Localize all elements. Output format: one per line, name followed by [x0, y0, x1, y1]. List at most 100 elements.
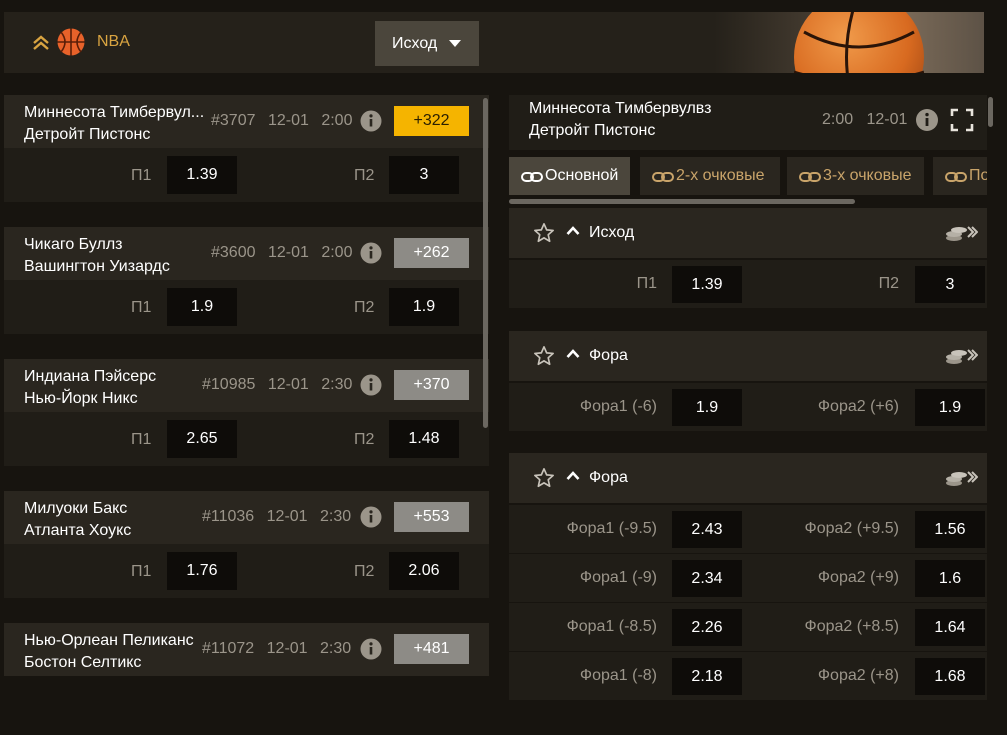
- market-group-title: Фора: [589, 347, 628, 364]
- event-time: 2:00: [822, 111, 854, 128]
- odd-button-left[interactable]: 1.9: [672, 389, 742, 426]
- event-header: Миннесота Тимбервулвз Детройт Пистонс 2:…: [509, 95, 987, 150]
- coins-icon[interactable]: [944, 345, 979, 367]
- odd-button-p1[interactable]: 1.9: [167, 288, 237, 326]
- match-date: 12-01: [267, 112, 309, 129]
- info-icon[interactable]: [360, 506, 382, 528]
- odd-label-right: Фора2 (+9.5): [804, 520, 899, 537]
- more-markets-button[interactable]: +481: [394, 634, 469, 664]
- odds-row: П1 1.39 П2 3: [509, 260, 987, 308]
- tabs-scrollbar[interactable]: [509, 199, 855, 204]
- odd-label-p1: П1: [131, 167, 152, 184]
- team1-name: Милуоки Бакс: [24, 500, 128, 517]
- team2-name: Бостон Селтикс: [24, 654, 142, 671]
- match-card[interactable]: Нью-Орлеан Пеликанс Бостон Селтикс #11072 …: [4, 623, 489, 735]
- match-card[interactable]: Миннесота Тимбервул... Детройт Пистонс #37…: [4, 95, 489, 207]
- market-select[interactable]: Исход: [375, 21, 479, 66]
- info-icon[interactable]: [360, 242, 382, 264]
- match-time: 2:30: [320, 508, 352, 525]
- market-group-header[interactable]: Исход: [509, 208, 987, 258]
- odd-label-left: Фора1 (-9): [579, 569, 657, 586]
- odd-label-left: Фора1 (-8): [579, 667, 657, 684]
- match-id: #10985: [202, 376, 256, 393]
- event-team2: Детройт Пистонс: [529, 122, 656, 139]
- match-odds-row: П1 1.39 П2 3: [4, 148, 489, 202]
- chevron-up-icon[interactable]: [566, 224, 580, 238]
- match-time: 2:30: [320, 640, 352, 657]
- team1-name: Чикаго Буллз: [24, 236, 123, 253]
- odd-label-p1: П1: [131, 431, 152, 448]
- odd-button-p1[interactable]: 2.65: [167, 420, 237, 458]
- league-header: NBA Исход: [4, 12, 984, 73]
- more-markets-button[interactable]: +370: [394, 370, 469, 400]
- chevron-up-icon[interactable]: [566, 347, 580, 361]
- odd-label-p2: П2: [354, 167, 375, 184]
- tab-label: 3-х очковые: [823, 167, 912, 184]
- odd-button-p2[interactable]: 2.06: [389, 552, 459, 590]
- match-date: 12-01: [266, 640, 308, 657]
- coins-icon[interactable]: [944, 222, 979, 244]
- market-group-header[interactable]: Фора: [509, 453, 987, 503]
- odd-button-p1[interactable]: 1.76: [167, 552, 237, 590]
- odd-button-left[interactable]: 2.18: [672, 658, 742, 695]
- odd-label-left: Фора1 (-6): [579, 398, 657, 415]
- info-icon[interactable]: [915, 108, 939, 132]
- odd-button-p2[interactable]: 1.9: [389, 288, 459, 326]
- market-group-header[interactable]: Фора: [509, 331, 987, 381]
- market-group-title: Фора: [589, 469, 628, 486]
- match-header: Чикаго Буллз Вашингтон Уизардс #3600 12-01…: [4, 227, 489, 280]
- team2-name: Вашингтон Уизардс: [24, 258, 170, 275]
- odd-label-left: Фора1 (-8.5): [566, 618, 657, 635]
- odd-button-left[interactable]: 2.43: [672, 511, 742, 548]
- coins-icon[interactable]: [944, 467, 979, 489]
- tab-1[interactable]: 2-х очковые: [640, 157, 780, 195]
- match-odds-row: П1 1.9 П2 1.9: [4, 280, 489, 334]
- right-scrollbar[interactable]: [988, 97, 993, 127]
- match-meta: #11036 12-01 2:30: [202, 508, 351, 526]
- match-card[interactable]: Чикаго Буллз Вашингтон Уизардс #3600 12-01…: [4, 227, 489, 339]
- odd-button-left[interactable]: 1.39: [672, 266, 742, 303]
- star-icon[interactable]: [533, 467, 555, 489]
- info-icon[interactable]: [360, 638, 382, 660]
- odd-button-right[interactable]: 1.6: [915, 560, 985, 597]
- more-markets-button[interactable]: +262: [394, 238, 469, 268]
- match-card[interactable]: Индиана Пэйсерс Нью-Йорк Никс #10985 12-01…: [4, 359, 489, 471]
- event-datetime: 2:00 12-01: [822, 111, 907, 129]
- odd-button-left[interactable]: 2.26: [672, 609, 742, 646]
- team1-name: Нью-Орлеан Пеликанс: [24, 632, 194, 649]
- odd-button-left[interactable]: 2.34: [672, 560, 742, 597]
- star-icon[interactable]: [533, 222, 555, 244]
- odd-button-p2[interactable]: 3: [389, 156, 459, 194]
- chevron-up-icon[interactable]: [566, 469, 580, 483]
- league-name[interactable]: NBA: [97, 33, 130, 51]
- odds-row: Фора1 (-8) 2.18 Фора2 (+8) 1.68: [509, 652, 987, 700]
- odd-button-p2[interactable]: 1.48: [389, 420, 459, 458]
- odd-button-right[interactable]: 1.56: [915, 511, 985, 548]
- info-icon[interactable]: [360, 374, 382, 396]
- match-date: 12-01: [266, 508, 308, 525]
- odd-button-right[interactable]: 1.68: [915, 658, 985, 695]
- odd-button-p1[interactable]: 1.39: [167, 156, 237, 194]
- match-header: Милуоки Бакс Атланта Хоукс #11036 12-01 2:…: [4, 491, 489, 544]
- odd-label-p2: П2: [354, 299, 375, 316]
- match-odds-row: П1 2.65 П2 1.48: [4, 412, 489, 466]
- tab-0[interactable]: Основной: [509, 157, 630, 195]
- odd-button-right[interactable]: 1.9: [915, 389, 985, 426]
- tab-label: По: [969, 167, 987, 184]
- more-markets-button[interactable]: +322: [394, 106, 469, 136]
- more-markets-button[interactable]: +553: [394, 502, 469, 532]
- tab-2[interactable]: 3-х очковые: [787, 157, 924, 195]
- info-icon[interactable]: [360, 110, 382, 132]
- odds-row: Фора1 (-9.5) 2.43 Фора2 (+9.5) 1.56: [509, 505, 987, 553]
- left-scrollbar[interactable]: [483, 98, 488, 428]
- odd-button-right[interactable]: 3: [915, 266, 985, 303]
- match-id: #3600: [211, 244, 256, 261]
- tab-label: 2-х очковые: [676, 167, 765, 184]
- collapse-up-icon[interactable]: [32, 34, 50, 52]
- star-icon[interactable]: [533, 345, 555, 367]
- match-card[interactable]: Милуоки Бакс Атланта Хоукс #11036 12-01 2:…: [4, 491, 489, 603]
- match-header: Миннесота Тимбервул... Детройт Пистонс #37…: [4, 95, 489, 148]
- tab-3[interactable]: По: [933, 157, 987, 195]
- odd-button-right[interactable]: 1.64: [915, 609, 985, 646]
- fullscreen-icon[interactable]: [950, 108, 974, 132]
